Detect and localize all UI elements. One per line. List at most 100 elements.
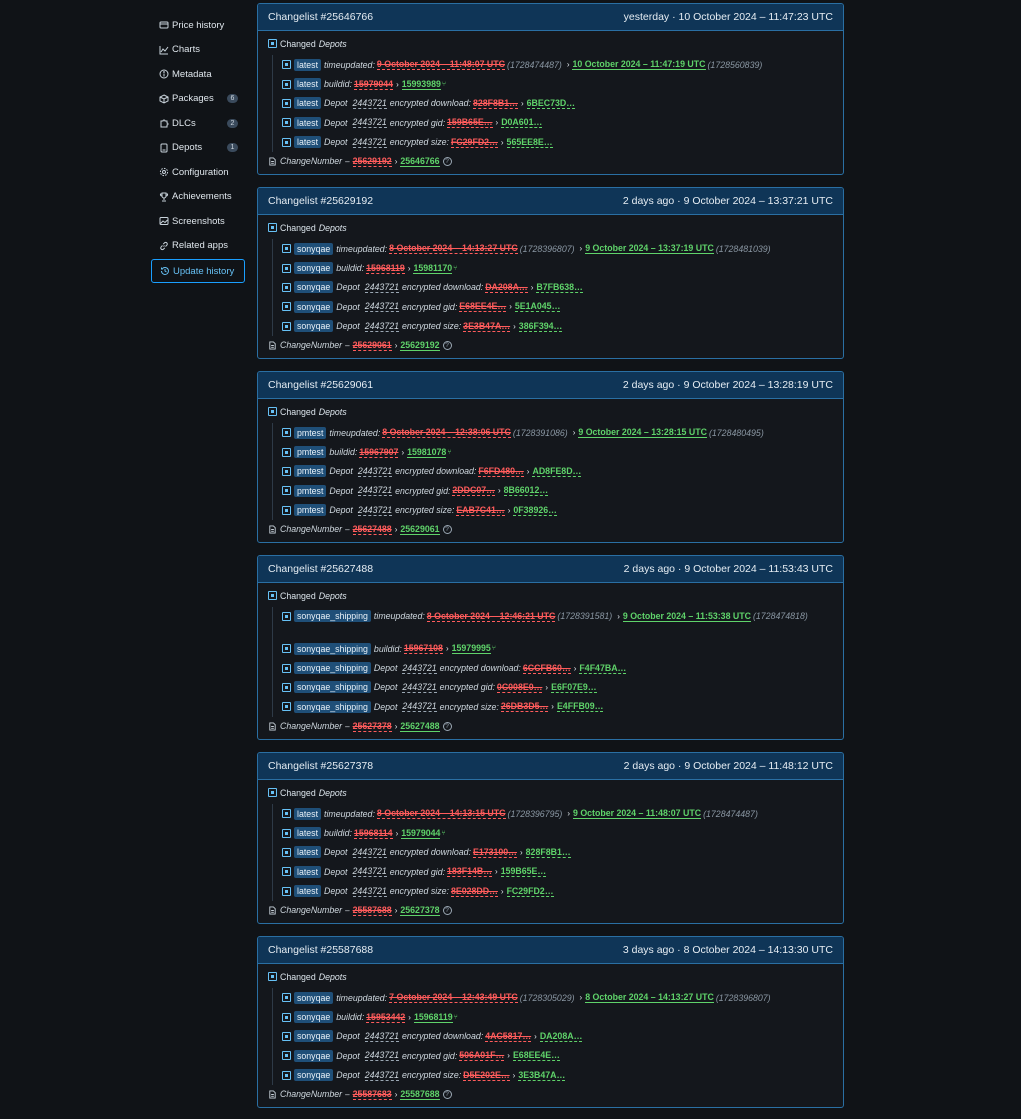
old-size-hash[interactable]: 3E3B47A… <box>463 321 511 332</box>
help-icon[interactable]: ? <box>442 340 452 350</box>
row-toggle-icon[interactable] <box>282 79 291 89</box>
depot-id[interactable]: 2443721 <box>352 137 387 148</box>
branch-badge[interactable]: latest <box>294 78 322 91</box>
new-changenumber[interactable]: 25587688 <box>400 1089 440 1100</box>
help-icon[interactable]: ? <box>442 156 452 166</box>
sidebar-item-related-apps[interactable]: Related apps <box>151 234 245 259</box>
row-toggle-icon[interactable] <box>282 809 291 819</box>
changelist-title[interactable]: Changelist #25627488 <box>268 563 373 575</box>
old-time-value[interactable]: 8 October 2024 – 12:38:06 UTC <box>382 427 511 439</box>
old-build-value[interactable]: 15968114 <box>353 828 393 839</box>
collapse-toggle-icon[interactable] <box>268 223 277 232</box>
new-download-hash[interactable]: 6BEC73D… <box>526 98 576 109</box>
old-gid-hash[interactable]: 183F14B… <box>447 866 493 878</box>
row-toggle-icon[interactable] <box>282 263 291 273</box>
new-time-value[interactable]: 9 October 2024 – 11:48:07 UTC <box>572 808 702 820</box>
collapse-toggle-icon[interactable] <box>268 972 277 981</box>
branch-badge[interactable]: latest <box>294 846 322 859</box>
sidebar-item-packages[interactable]: Packages 6 <box>151 87 245 112</box>
row-toggle-icon[interactable] <box>282 663 291 673</box>
new-gid-hash[interactable]: 8B66012… <box>503 485 549 497</box>
depot-id[interactable]: 2443721 <box>352 117 387 129</box>
help-icon[interactable]: ? <box>442 524 452 534</box>
help-icon[interactable]: ? <box>442 721 452 731</box>
branch-badge[interactable]: latest <box>294 807 322 820</box>
depot-id[interactable]: 2443721 <box>352 847 387 858</box>
depot-id[interactable]: 2443721 <box>357 485 393 497</box>
old-build-value[interactable]: 15953442 <box>366 1012 406 1023</box>
new-time-value[interactable]: 9 October 2024 – 13:37:19 UTC <box>585 243 714 255</box>
row-toggle-icon[interactable] <box>282 244 291 254</box>
row-toggle-icon[interactable] <box>282 828 291 838</box>
new-download-hash[interactable]: DA208A… <box>539 1031 583 1042</box>
depot-id[interactable]: 2443721 <box>364 1070 399 1081</box>
new-changenumber[interactable]: 25646766 <box>400 156 440 167</box>
new-gid-hash[interactable]: E6F07E9… <box>551 682 597 693</box>
row-toggle-icon[interactable] <box>282 321 291 331</box>
branch-badge[interactable]: sonyqae <box>294 1030 334 1043</box>
branch-badge[interactable]: sonyqae <box>294 281 334 294</box>
sidebar-item-screenshots[interactable]: Screenshots <box>151 209 245 234</box>
branch-badge[interactable]: pmtest <box>294 446 327 459</box>
new-changenumber[interactable]: 25629192 <box>400 340 440 351</box>
changelist-title[interactable]: Changelist #25627378 <box>268 760 373 772</box>
branch-badge[interactable]: sonyqae <box>294 242 334 255</box>
branch-badge[interactable]: latest <box>294 136 322 149</box>
branch-badge[interactable]: pmtest <box>294 465 327 478</box>
old-time-value[interactable]: 8 October 2024 – 14:13:15 UTC <box>376 808 506 820</box>
changelist-title[interactable]: Changelist #25646766 <box>268 11 373 23</box>
depot-id[interactable]: 2443721 <box>364 1050 399 1062</box>
new-build-value[interactable]: 15979995 <box>451 643 491 655</box>
branch-badge[interactable]: sonyqae <box>294 262 334 275</box>
row-toggle-icon[interactable] <box>282 486 291 496</box>
sidebar-item-update-history[interactable]: Update history <box>151 259 245 283</box>
old-changenumber[interactable]: 25629061 <box>352 340 392 351</box>
old-build-value[interactable]: 15968119 <box>366 263 405 274</box>
row-toggle-icon[interactable] <box>282 118 291 128</box>
branch-badge[interactable]: pmtest <box>294 504 327 517</box>
branch-badge[interactable]: sonyqae <box>294 1049 334 1062</box>
help-icon[interactable]: ? <box>442 1089 452 1099</box>
sidebar-item-dlcs[interactable]: DLCs 2 <box>151 111 245 136</box>
row-toggle-icon[interactable] <box>282 60 291 70</box>
sidebar-item-price-history[interactable]: Price history <box>151 13 245 38</box>
new-size-hash[interactable]: 386F394… <box>518 321 563 332</box>
new-build-value[interactable]: 15981170 <box>413 263 453 274</box>
new-time-value[interactable]: 8 October 2024 – 14:13:27 UTC <box>585 992 714 1004</box>
branch-badge[interactable]: latest <box>294 827 322 840</box>
row-toggle-icon[interactable] <box>282 682 291 692</box>
new-gid-hash[interactable]: D0A601… <box>501 117 543 129</box>
depot-id[interactable]: 2443721 <box>402 663 437 674</box>
row-toggle-icon[interactable] <box>282 1031 291 1041</box>
branch-badge[interactable]: sonyqae_shipping <box>294 610 371 622</box>
branch-badge[interactable]: sonyqae_shipping <box>294 642 371 655</box>
new-download-hash[interactable]: 828F8B1… <box>525 847 571 858</box>
old-download-hash[interactable]: 828F8B1… <box>472 98 518 109</box>
row-toggle-icon[interactable] <box>282 847 291 857</box>
branch-badge[interactable]: latest <box>294 58 322 71</box>
old-download-hash[interactable]: 6CCFB60… <box>522 663 571 674</box>
branch-badge[interactable]: sonyqae <box>294 991 334 1004</box>
branch-badge[interactable]: sonyqae_shipping <box>294 681 371 694</box>
branch-fork-icon[interactable]: ⑂ <box>441 830 445 837</box>
old-gid-hash[interactable]: 0C008E0… <box>496 682 543 693</box>
old-time-value[interactable]: 9 October 2024 – 11:48:07 UTC <box>376 59 506 71</box>
new-build-value[interactable]: 15993989 <box>401 79 441 90</box>
old-build-value[interactable]: 15979044 <box>353 79 394 90</box>
row-toggle-icon[interactable] <box>282 702 291 712</box>
changelist-title[interactable]: Changelist #25629061 <box>268 379 373 391</box>
row-toggle-icon[interactable] <box>282 466 291 476</box>
branch-fork-icon[interactable]: ⑂ <box>453 265 457 272</box>
depot-id[interactable]: 2443721 <box>364 301 399 313</box>
new-build-value[interactable]: 15981078 <box>407 447 447 458</box>
new-changenumber[interactable]: 25629061 <box>400 524 440 535</box>
new-build-value[interactable]: 15968119 <box>413 1012 453 1023</box>
depot-id[interactable]: 2443721 <box>364 321 399 332</box>
old-time-value[interactable]: 7 October 2024 – 12:43:49 UTC <box>389 992 518 1004</box>
row-toggle-icon[interactable] <box>282 505 291 515</box>
new-size-hash[interactable]: FC29FD2… <box>506 886 554 897</box>
row-toggle-icon[interactable] <box>282 1012 291 1022</box>
branch-badge[interactable]: sonyqae <box>294 300 334 313</box>
new-download-hash[interactable]: F4F47BA… <box>579 663 627 674</box>
row-toggle-icon[interactable] <box>282 137 291 147</box>
